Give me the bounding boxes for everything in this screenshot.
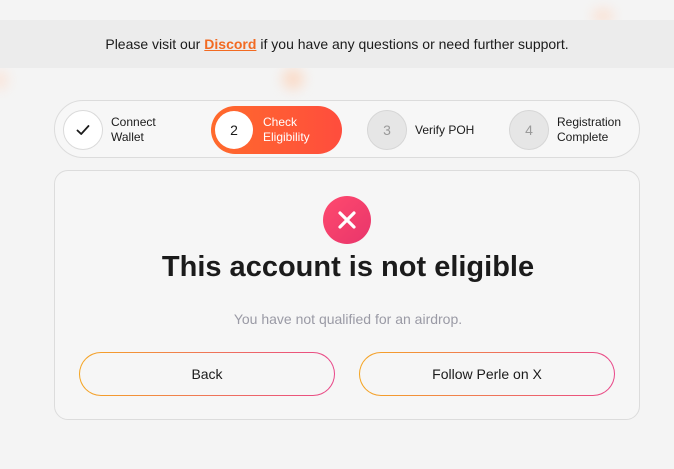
support-banner: Please visit our Discord if you have any…: [0, 20, 674, 68]
back-button[interactable]: Back: [79, 352, 335, 396]
close-icon: [323, 196, 371, 244]
step-label: Connect Wallet: [111, 115, 156, 144]
step-number: 2: [215, 111, 253, 149]
step-registration-complete: 4 Registration Complete: [509, 101, 627, 159]
step-verify-poh: 3 Verify POH: [367, 101, 485, 159]
eligibility-result-card: This account is not eligible You have no…: [54, 170, 640, 420]
background-blob: [282, 68, 304, 90]
banner-prefix: Please visit our: [105, 36, 201, 52]
step-circle-complete: [63, 110, 103, 150]
step-number: 4: [509, 110, 549, 150]
step-number: 3: [367, 110, 407, 150]
checkmark-icon: [76, 125, 90, 135]
follow-perle-button[interactable]: Follow Perle on X: [359, 352, 615, 396]
step-label: Registration Complete: [557, 115, 622, 144]
step-label: Verify POH: [415, 122, 475, 137]
banner-suffix: if you have any questions or need furthe…: [260, 36, 569, 52]
discord-link[interactable]: Discord: [204, 36, 256, 52]
step-label: Check Eligibility: [263, 115, 310, 144]
progress-stepper: Connect Wallet 2 Check Eligibility 3 Ver…: [54, 100, 640, 158]
step-check-eligibility: 2 Check Eligibility: [211, 106, 342, 154]
result-title: This account is not eligible: [161, 251, 535, 283]
background-blob: [0, 70, 8, 90]
step-connect-wallet: Connect Wallet: [63, 101, 181, 159]
result-subtitle: You have not qualified for an airdrop.: [233, 311, 463, 327]
